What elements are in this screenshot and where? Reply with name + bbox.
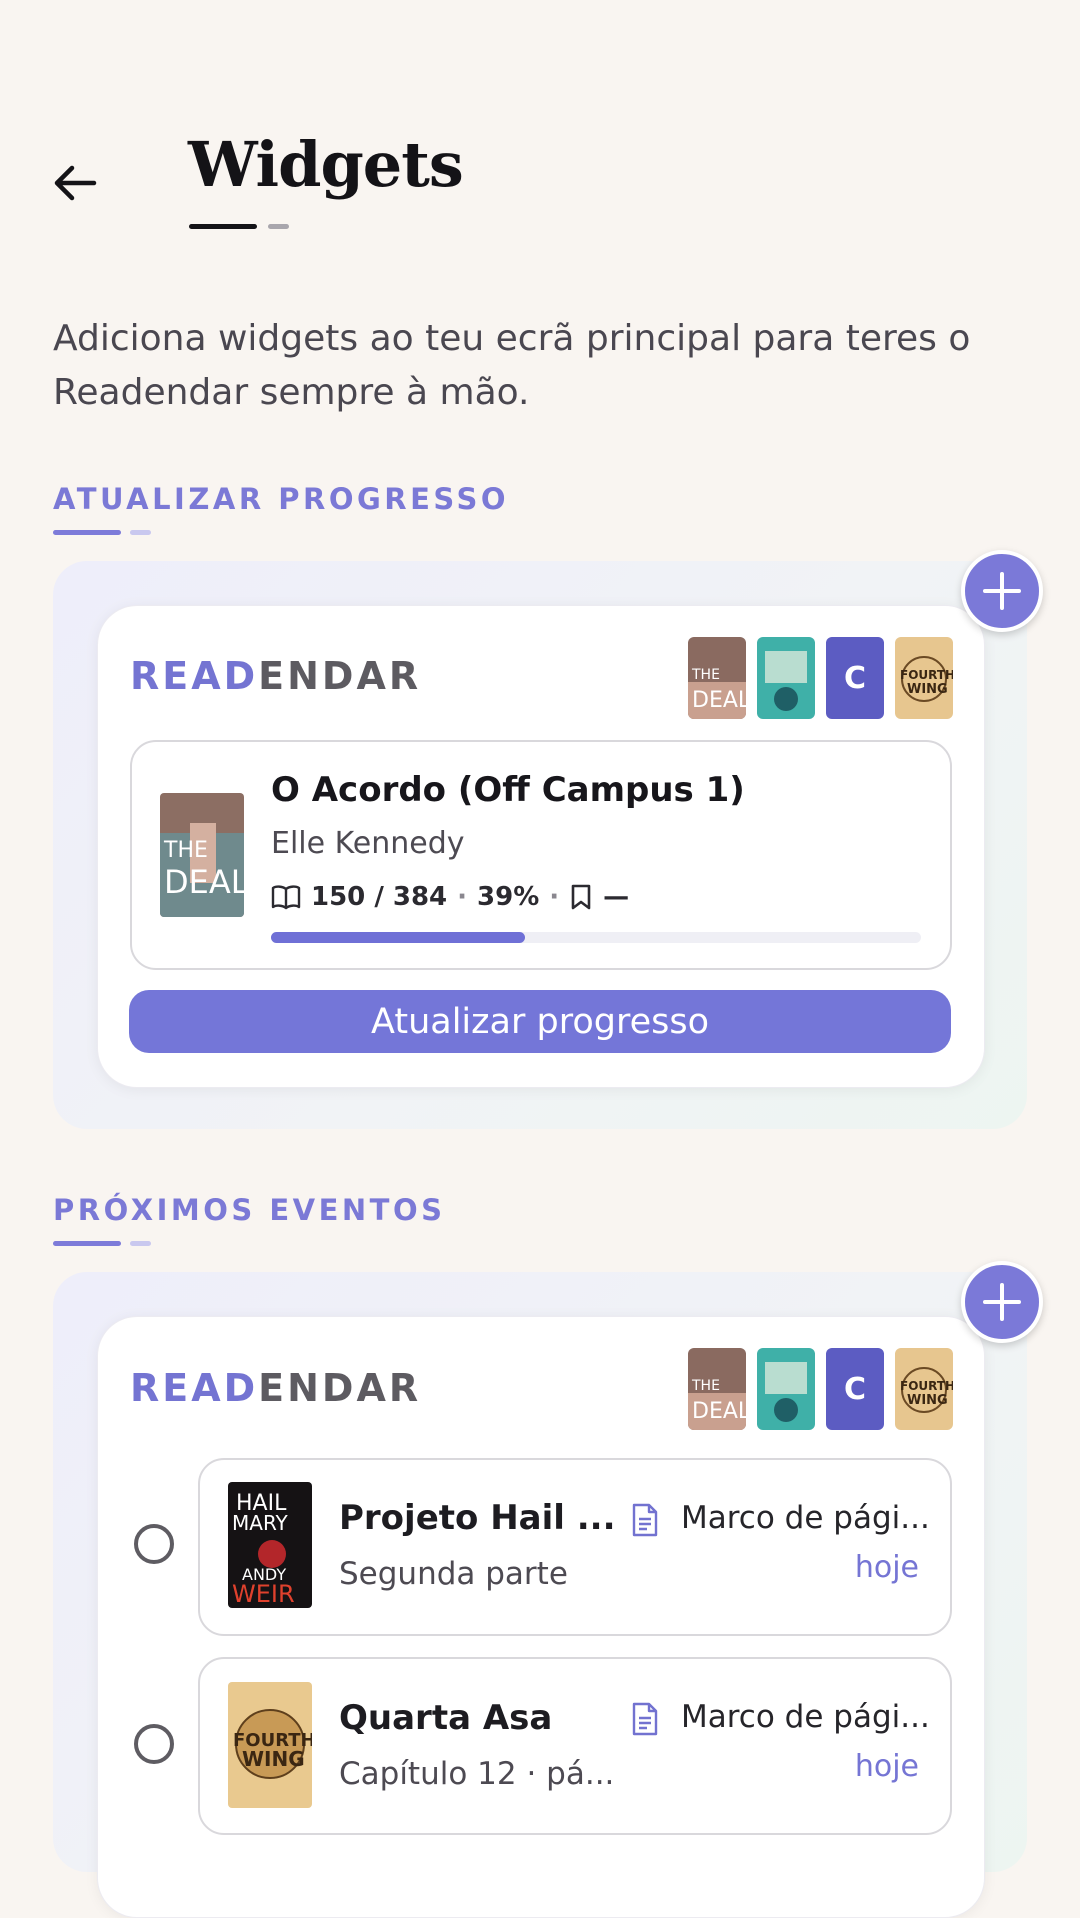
- progress-fill: [271, 932, 525, 943]
- book-stats: 150 / 384 · 39% · —: [271, 880, 629, 914]
- book-author: Elle Kennedy: [271, 826, 465, 861]
- progress-percent: 39%: [477, 882, 540, 912]
- page-title: Widgets: [188, 128, 464, 201]
- cover-thumb-teal-book: [757, 637, 815, 719]
- section-underline: [53, 530, 121, 535]
- event-checkbox[interactable]: [134, 1524, 174, 1564]
- cover-thumb-the-deal: THE DEAL: [688, 1348, 746, 1430]
- brand-logo: READENDAR: [130, 654, 422, 698]
- event-book-title: Projeto Hail ...: [339, 1498, 616, 1538]
- cover-thumb-fourth-wing: FOURTH WING: [895, 637, 953, 719]
- cover-thumb-initial: C: [826, 1348, 884, 1430]
- add-events-widget-button[interactable]: [961, 1261, 1043, 1343]
- title-underline: [189, 224, 257, 229]
- section-underline: [53, 1241, 121, 1246]
- plus-icon: [983, 572, 1021, 610]
- svg-text:DEAL: DEAL: [692, 1399, 746, 1424]
- event-subtitle: Segunda parte: [339, 1556, 568, 1592]
- svg-text:WEIR: WEIR: [232, 1580, 295, 1608]
- title-underline-dot: [268, 224, 289, 229]
- page-description: Adiciona widgets ao teu ecrã principal p…: [53, 318, 971, 413]
- cover-thumb-fourth-wing: FOURTH WING: [895, 1348, 953, 1430]
- update-progress-button[interactable]: Atualizar progresso: [129, 990, 951, 1053]
- document-icon: [632, 1702, 658, 1736]
- cover-thumb-the-deal: THE DEAL: [688, 637, 746, 719]
- brand-logo: READENDAR: [130, 1366, 422, 1410]
- plus-icon: [983, 1283, 1021, 1321]
- svg-text:WING: WING: [242, 1747, 305, 1771]
- svg-text:WING: WING: [907, 682, 948, 697]
- cover-fourth-wing: FOURTH WING: [228, 1682, 312, 1808]
- open-book-icon: [271, 885, 301, 910]
- bookmark-value: —: [603, 882, 630, 912]
- cover-hail-mary: HAIL MARY ANDY WEIR: [228, 1482, 312, 1608]
- cover-thumb-teal-book: [757, 1348, 815, 1430]
- cover-the-deal: THE DEAL: [160, 793, 244, 917]
- event-type: Marco de pági...: [681, 1699, 930, 1735]
- svg-text:DEAL: DEAL: [164, 863, 244, 901]
- event-date: hoje: [854, 1749, 919, 1784]
- svg-text:FOURTH: FOURTH: [900, 668, 953, 682]
- event-checkbox[interactable]: [134, 1724, 174, 1764]
- add-progress-widget-button[interactable]: [961, 550, 1043, 632]
- event-date: hoje: [854, 1550, 919, 1585]
- section-label-events: PRÓXIMOS EVENTOS: [53, 1193, 446, 1227]
- document-icon: [632, 1503, 658, 1537]
- svg-text:FOURTH: FOURTH: [900, 1379, 953, 1393]
- pages-read: 150 / 384: [311, 882, 448, 912]
- cover-thumb-initial: C: [826, 637, 884, 719]
- section-underline-dot: [130, 1241, 151, 1246]
- book-title: O Acordo (Off Campus 1): [271, 770, 745, 810]
- section-underline-dot: [130, 530, 151, 535]
- event-book-title: Quarta Asa: [339, 1698, 553, 1738]
- svg-text:THE: THE: [163, 838, 208, 863]
- svg-text:MARY: MARY: [232, 1511, 289, 1535]
- svg-text:THE: THE: [691, 1378, 720, 1394]
- bookmark-icon: [571, 884, 591, 910]
- svg-text:DEAL: DEAL: [692, 688, 746, 713]
- progress-track: [271, 932, 921, 943]
- svg-text:WING: WING: [907, 1393, 948, 1408]
- back-arrow-icon[interactable]: [50, 158, 100, 208]
- event-type: Marco de pági...: [681, 1500, 930, 1536]
- svg-text:THE: THE: [691, 667, 720, 683]
- event-subtitle: Capítulo 12 · pá...: [339, 1756, 615, 1792]
- section-label-progress: ATUALIZAR PROGRESSO: [53, 482, 510, 516]
